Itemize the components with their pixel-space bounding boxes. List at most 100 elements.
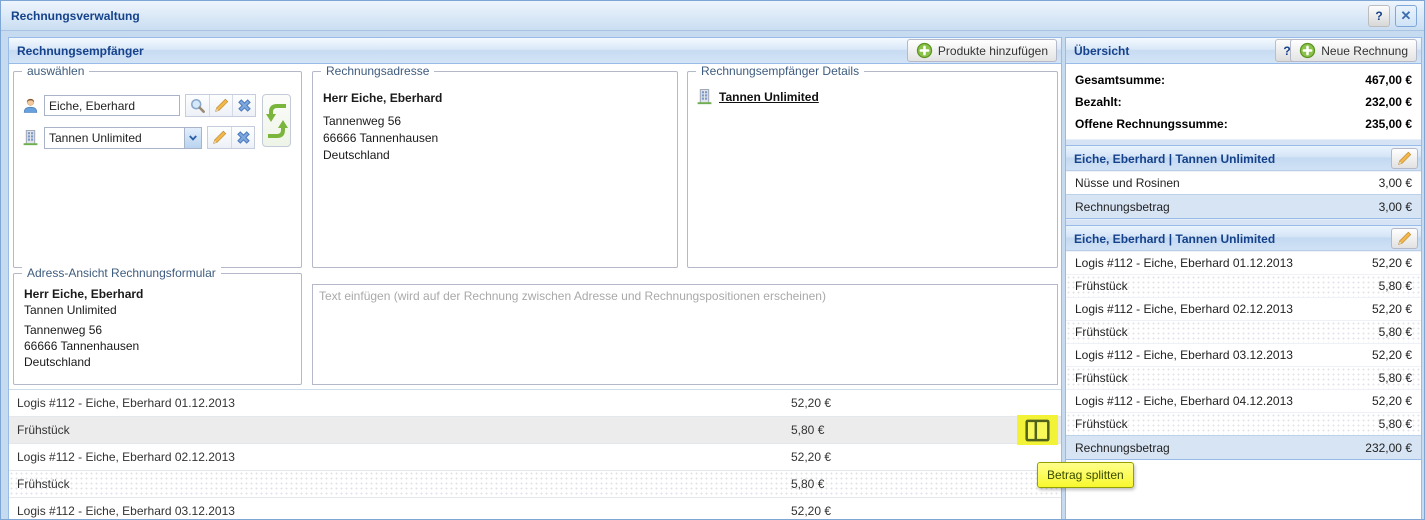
invoice-address-legend: Rechnungsadresse	[321, 64, 434, 78]
left-panel-header: Rechnungsempfänger Produkte hinzufügen	[9, 38, 1061, 64]
overview-title: Übersicht	[1074, 44, 1129, 58]
summary-label: Gesamtsumme:	[1075, 73, 1165, 87]
invoice-management-window: Rechnungsverwaltung ? ✕ Rechnungsempfäng…	[0, 0, 1425, 520]
invoice-line-price: 5,80 €	[1379, 371, 1412, 385]
address-view-street: Tannenweg 56	[24, 322, 291, 338]
company-select-value: Tannen Unlimited	[45, 128, 184, 148]
invoice-line-row: Logis #112 - Eiche, Eberhard 03.12.2013 …	[1066, 343, 1421, 366]
company-select[interactable]: Tannen Unlimited	[44, 127, 202, 149]
invoice-item-row[interactable]: Frühstück 5,80 €	[9, 471, 1061, 498]
summary-row: Offene Rechnungssumme: 235,00 €	[1066, 113, 1421, 135]
guest-select-row	[22, 94, 256, 117]
invoice-item-row[interactable]: Logis #112 - Eiche, Eberhard 01.12.2013 …	[9, 390, 1061, 417]
invoice-line-price: 52,20 €	[1372, 256, 1412, 270]
window-close-button[interactable]: ✕	[1395, 5, 1417, 27]
recipient-company-link[interactable]: Tannen Unlimited	[719, 90, 819, 104]
delete-x-icon	[235, 129, 252, 146]
address-view-city: 66666 Tannenhausen	[24, 338, 291, 354]
guest-tool-strip	[185, 94, 256, 117]
invoice-line-label: Logis #112 - Eiche, Eberhard 03.12.2013	[1075, 348, 1293, 362]
invoice-2-total-label: Rechnungsbetrag	[1075, 441, 1170, 455]
invoice-section-1-title: Eiche, Eberhard | Tannen Unlimited	[1074, 152, 1275, 166]
invoice-section-1-header: Eiche, Eberhard | Tannen Unlimited	[1066, 145, 1421, 171]
invoice-line-label: Logis #112 - Eiche, Eberhard 01.12.2013	[1075, 256, 1293, 270]
split-amount-tooltip: Betrag splitten	[1037, 462, 1134, 488]
guest-search-button[interactable]	[186, 95, 209, 116]
invoice-1-total-row: Rechnungsbetrag 3,00 €	[1066, 194, 1421, 218]
address-view-name: Herr Eiche, Eberhard	[24, 286, 291, 302]
invoice-line-price: 5,80 €	[1379, 417, 1412, 431]
invoice-item-price: 52,20 €	[791, 390, 831, 416]
invoice-1-total-value: 3,00 €	[1379, 200, 1412, 214]
pencil-icon	[213, 97, 230, 114]
summary-value: 467,00 €	[1365, 73, 1412, 87]
delete-x-icon	[236, 97, 253, 114]
invoice-line-row: Frühstück 5,80 €	[1066, 366, 1421, 389]
company-clear-button[interactable]	[231, 127, 254, 148]
summary-row: Bezahlt: 232,00 €	[1066, 91, 1421, 113]
guest-edit-button[interactable]	[209, 95, 232, 116]
invoice-address-country: Deutschland	[323, 147, 667, 164]
guest-input[interactable]	[44, 95, 180, 116]
invoice-address-city: 66666 Tannenhausen	[323, 130, 667, 147]
invoice-line-label: Logis #112 - Eiche, Eberhard 02.12.2013	[1075, 302, 1293, 316]
add-products-label: Produkte hinzufügen	[938, 44, 1048, 58]
invoice-item-row[interactable]: Frühstück 5,80 €	[9, 417, 1061, 444]
left-panel-title: Rechnungsempfänger	[17, 44, 144, 58]
invoice-recipient-panel: Rechnungsempfänger Produkte hinzufügen a…	[8, 37, 1062, 520]
swap-guest-company-button[interactable]	[262, 94, 291, 147]
invoice-note-textarea[interactable]	[312, 284, 1058, 385]
invoice-item-row[interactable]: Logis #112 - Eiche, Eberhard 02.12.2013 …	[9, 444, 1061, 471]
invoice-2-total-row: Rechnungsbetrag 232,00 €	[1066, 435, 1421, 459]
company-edit-button[interactable]	[208, 127, 231, 148]
split-icon	[1025, 419, 1050, 442]
invoice-items-table: Logis #112 - Eiche, Eberhard 01.12.2013 …	[9, 389, 1061, 520]
invoice-item-label: Frühstück	[9, 477, 70, 491]
select-fieldset-legend: auswählen	[22, 64, 89, 78]
invoice-section-2-header: Eiche, Eberhard | Tannen Unlimited	[1066, 225, 1421, 251]
window-titlebar: Rechnungsverwaltung ? ✕	[1, 1, 1424, 31]
invoice-2-total-value: 232,00 €	[1365, 441, 1412, 455]
summary-label: Offene Rechnungssumme:	[1075, 117, 1228, 131]
edit-invoice-2-button[interactable]	[1391, 228, 1418, 249]
company-select-row: Tannen Unlimited	[22, 126, 256, 149]
totals-summary: Gesamtsumme: 467,00 € Bezahlt: 232,00 € …	[1066, 64, 1421, 139]
invoice-item-price: 5,80 €	[791, 471, 824, 497]
invoice-address-street: Tannenweg 56	[323, 113, 667, 130]
invoice-line-label: Frühstück	[1075, 371, 1128, 385]
edit-invoice-1-button[interactable]	[1391, 148, 1418, 169]
invoice-line-row: Logis #112 - Eiche, Eberhard 01.12.2013 …	[1066, 251, 1421, 274]
building-icon	[696, 88, 713, 105]
invoice-address-fieldset: Rechnungsadresse Herr Eiche, Eberhard Ta…	[312, 71, 678, 268]
invoice-address-name: Herr Eiche, Eberhard	[323, 90, 667, 107]
invoice-item-row[interactable]: Logis #112 - Eiche, Eberhard 03.12.2013 …	[9, 498, 1061, 520]
swap-arrows-icon	[266, 99, 288, 143]
invoice-1-total-label: Rechnungsbetrag	[1075, 200, 1170, 214]
building-icon	[22, 129, 39, 146]
address-view-country: Deutschland	[24, 354, 291, 370]
invoice-line-price: 5,80 €	[1379, 279, 1412, 293]
overview-panel: Übersicht ? Neue Rechnung Gesamtsumme: 4…	[1065, 37, 1422, 520]
plus-icon	[1299, 42, 1316, 59]
address-view-legend: Adress-Ansicht Rechnungsformular	[22, 266, 221, 280]
invoice-line-label: Frühstück	[1075, 279, 1128, 293]
chevron-down-icon[interactable]	[184, 128, 201, 148]
guest-clear-button[interactable]	[232, 95, 255, 116]
invoice-line-price: 52,20 €	[1372, 348, 1412, 362]
invoice-line-row: Frühstück 5,80 €	[1066, 412, 1421, 435]
invoice-line-row: Logis #112 - Eiche, Eberhard 02.12.2013 …	[1066, 297, 1421, 320]
new-invoice-label: Neue Rechnung	[1321, 44, 1408, 58]
invoice-section-2: Eiche, Eberhard | Tannen Unlimited Logis…	[1066, 225, 1421, 460]
invoice-line-price: 5,80 €	[1379, 325, 1412, 339]
invoice-line-label: Frühstück	[1075, 417, 1128, 431]
add-products-button[interactable]: Produkte hinzufügen	[907, 39, 1057, 62]
split-amount-button[interactable]	[1017, 415, 1058, 445]
invoice-line-row: Frühstück 5,80 €	[1066, 274, 1421, 297]
address-view-company: Tannen Unlimited	[24, 302, 291, 318]
new-invoice-button[interactable]: Neue Rechnung	[1290, 39, 1417, 62]
person-icon	[22, 97, 39, 114]
address-view-fieldset: Adress-Ansicht Rechnungsformular Herr Ei…	[13, 273, 302, 385]
window-help-button[interactable]: ?	[1368, 5, 1390, 27]
search-icon	[189, 97, 206, 114]
window-title: Rechnungsverwaltung	[11, 9, 140, 23]
